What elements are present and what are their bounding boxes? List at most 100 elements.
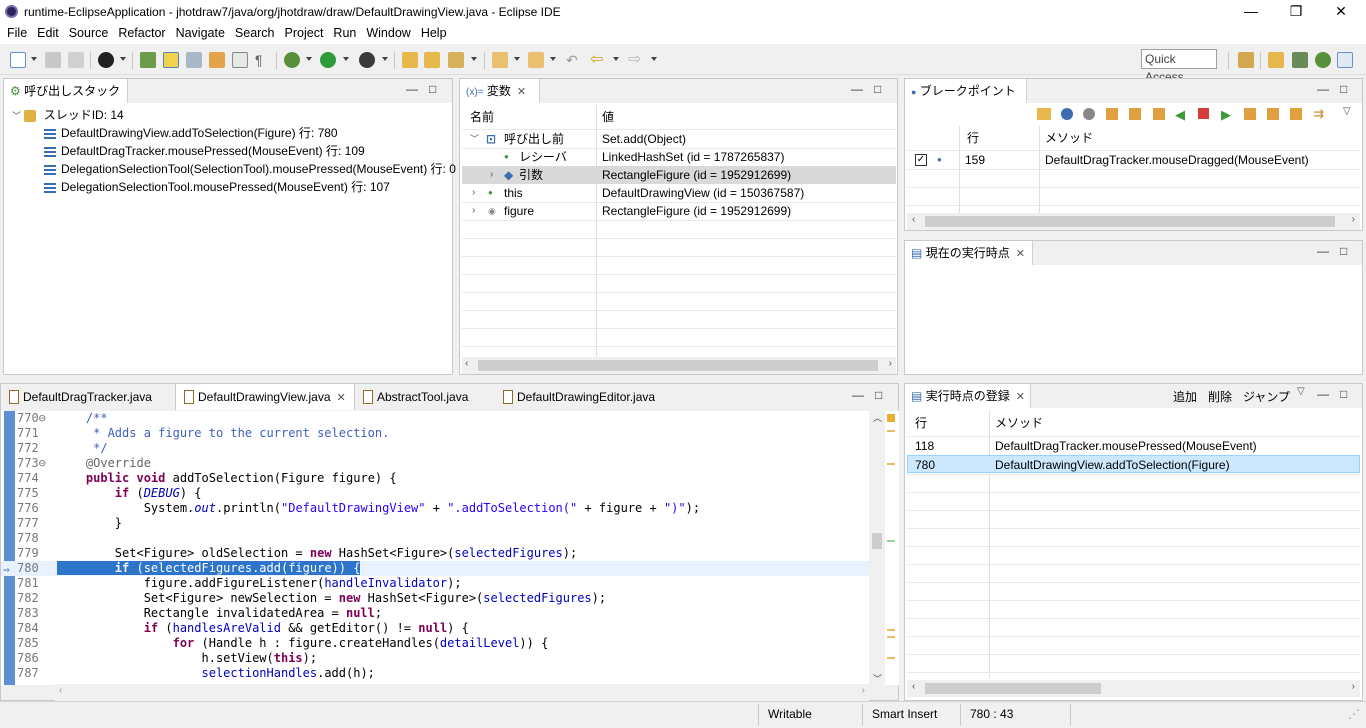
- close-icon[interactable]: ✕: [1016, 248, 1025, 260]
- tab-defaultdrawingview[interactable]: DefaultDrawingView.java ✕: [175, 384, 355, 410]
- resume-icon[interactable]: ▶: [1221, 107, 1231, 123]
- save-all-icon[interactable]: [68, 52, 84, 68]
- stack-frame-row[interactable]: DelegationSelectionTool.mousePressed(Mou…: [44, 178, 452, 196]
- stack-frame-row[interactable]: DefaultDrawingView.addToSelection(Figure…: [44, 124, 452, 142]
- stop-icon[interactable]: [1198, 108, 1209, 119]
- search-icon[interactable]: [448, 52, 464, 68]
- thread-row[interactable]: ﹀ スレッドID: 14: [12, 106, 452, 124]
- prev-annotation-icon[interactable]: [528, 52, 544, 68]
- add-button[interactable]: 追加: [1173, 388, 1197, 405]
- tab-defaultdrawingeditor[interactable]: DefaultDrawingEditor.java: [495, 384, 675, 410]
- history-row[interactable]: 118 DefaultDragTracker.mousePressed(Mous…: [907, 437, 1360, 455]
- chevron-right-icon[interactable]: ›: [472, 184, 475, 202]
- maximize-icon[interactable]: □: [429, 82, 436, 96]
- block-icon[interactable]: [232, 52, 248, 68]
- close-icon[interactable]: ✕: [337, 392, 346, 404]
- column-header-method[interactable]: メソッド: [995, 411, 1043, 435]
- delete-button[interactable]: 削除: [1208, 388, 1232, 405]
- history-row-selected[interactable]: 780 DefaultDrawingView.addToSelection(Fi…: [907, 455, 1360, 473]
- last-edit-icon[interactable]: ↶: [566, 52, 582, 68]
- variable-row-selected[interactable]: › ◆ 引数 RectangleFigure (id = 1952912699): [462, 166, 896, 184]
- menu-navigate[interactable]: Navigate: [171, 24, 230, 42]
- minimize-icon[interactable]: —: [1317, 387, 1329, 401]
- menu-window[interactable]: Window: [361, 24, 415, 42]
- column-header-value[interactable]: 値: [602, 106, 614, 128]
- back-return-icon[interactable]: [1290, 108, 1302, 120]
- jump-button[interactable]: ジャンプ: [1243, 388, 1290, 405]
- vertical-scrollbar[interactable]: ︿ ﹀: [869, 411, 885, 685]
- tab-current-point[interactable]: ▤ 現在の実行時点 ✕: [905, 241, 1033, 265]
- step-into-icon[interactable]: [1106, 108, 1118, 120]
- minimize-icon[interactable]: —: [1317, 244, 1329, 258]
- column-header-line[interactable]: 行: [915, 411, 927, 435]
- horizontal-scrollbar[interactable]: ‹ ›: [907, 213, 1360, 230]
- minimize-button[interactable]: —: [1228, 0, 1274, 24]
- tab-abstracttool[interactable]: AbstractTool.java: [355, 384, 495, 410]
- java-perspective-icon[interactable]: [1292, 52, 1308, 68]
- maximize-icon[interactable]: □: [875, 388, 882, 402]
- profile-icon[interactable]: [98, 52, 114, 68]
- tab-defaultdragtracker[interactable]: DefaultDragTracker.java: [1, 384, 175, 410]
- save-icon[interactable]: [45, 52, 61, 68]
- tab-variables[interactable]: (x)= 変数 ✕: [460, 79, 540, 103]
- view-menu-icon[interactable]: ▽: [1343, 106, 1351, 117]
- debug-icon[interactable]: [284, 52, 300, 68]
- close-icon[interactable]: ✕: [1016, 391, 1025, 403]
- open-folder-icon[interactable]: [1037, 108, 1051, 120]
- goto-icon[interactable]: ⇉: [1313, 106, 1324, 122]
- resource-perspective-icon[interactable]: [1268, 52, 1284, 68]
- next-annotation-icon[interactable]: [492, 52, 508, 68]
- breakpoint-row[interactable]: ✓ ● 159 DefaultDragTracker.mouseDragged(…: [907, 151, 1360, 169]
- menu-edit[interactable]: Edit: [32, 24, 64, 42]
- chevron-down-icon[interactable]: ﹀: [12, 111, 21, 121]
- chevron-right-icon[interactable]: ›: [490, 166, 493, 184]
- quick-access-input[interactable]: Quick Access: [1141, 49, 1217, 84]
- menu-source[interactable]: Source: [64, 24, 114, 42]
- tab-breakpoints[interactable]: ● ブレークポイント✕: [905, 79, 1027, 123]
- minimize-icon[interactable]: —: [406, 82, 418, 96]
- chevron-down-icon[interactable]: ﹀: [470, 130, 479, 148]
- minimize-icon[interactable]: —: [851, 82, 863, 96]
- menu-search[interactable]: Search: [230, 24, 280, 42]
- horizontal-scrollbar[interactable]: ‹ ›: [55, 684, 869, 701]
- variable-row[interactable]: ● レシーバ LinkedHashSet (id = 1787265837): [462, 148, 896, 166]
- code-editor[interactable]: 770⊖ /** 771 * Adds a figure to the curr…: [1, 411, 869, 685]
- open-resource-icon[interactable]: [424, 52, 440, 68]
- minimize-icon[interactable]: —: [1317, 82, 1329, 96]
- menu-project[interactable]: Project: [280, 24, 329, 42]
- variable-row[interactable]: › ◉ figure RectangleFigure (id = 1952912…: [462, 202, 896, 220]
- back-over-icon[interactable]: [1267, 108, 1279, 120]
- maximize-icon[interactable]: □: [1340, 244, 1347, 258]
- step-over-icon[interactable]: [1129, 108, 1141, 120]
- skip-breakpoints-icon[interactable]: [140, 52, 156, 68]
- horizontal-scrollbar[interactable]: ‹ ›: [462, 357, 896, 374]
- menu-help[interactable]: Help: [416, 24, 452, 42]
- chevron-right-icon[interactable]: ›: [472, 202, 475, 220]
- column-header-method[interactable]: メソッド: [1045, 127, 1093, 149]
- column-header-name[interactable]: 名前: [470, 106, 494, 128]
- new-icon[interactable]: [10, 52, 26, 68]
- open-type-icon[interactable]: [402, 52, 418, 68]
- pilcrow-icon[interactable]: ¶: [255, 52, 271, 68]
- forward-icon[interactable]: ⇨: [628, 52, 644, 68]
- task-icon[interactable]: [209, 52, 225, 68]
- column-header-line[interactable]: 行: [967, 127, 979, 149]
- tab-history[interactable]: ▤ 実行時点の登録 ✕: [905, 384, 1031, 408]
- add-breakpoint-icon[interactable]: [1061, 108, 1073, 120]
- tab-callstack[interactable]: ⚙ 呼び出しスタック✕: [4, 79, 128, 122]
- menu-file[interactable]: File: [0, 24, 32, 42]
- link-icon[interactable]: [186, 52, 202, 68]
- open-perspective-icon[interactable]: [1238, 52, 1254, 68]
- variable-row[interactable]: › ● this DefaultDrawingView (id = 150367…: [462, 184, 896, 202]
- maximize-icon[interactable]: □: [1340, 387, 1347, 401]
- run-icon[interactable]: [320, 52, 336, 68]
- omniscient-perspective-icon[interactable]: [1337, 52, 1353, 68]
- stack-frame-row[interactable]: DelegationSelectionTool(SelectionTool).m…: [44, 160, 456, 178]
- debug-perspective-icon[interactable]: [1315, 52, 1331, 68]
- toggle-mark-icon[interactable]: [163, 52, 179, 68]
- back-step-icon[interactable]: [1244, 108, 1256, 120]
- settings-icon[interactable]: [1083, 108, 1095, 120]
- minimize-icon[interactable]: —: [852, 388, 864, 402]
- close-icon[interactable]: ✕: [517, 86, 526, 98]
- horizontal-scrollbar[interactable]: ‹ ›: [907, 680, 1360, 697]
